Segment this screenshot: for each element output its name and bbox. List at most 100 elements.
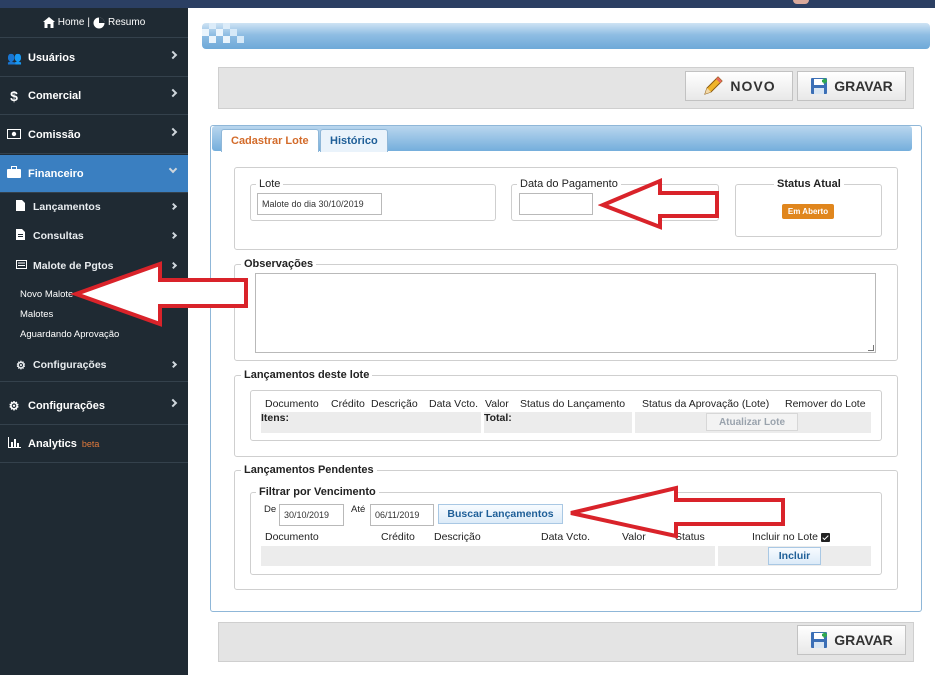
pendentes-data-cell xyxy=(261,546,715,566)
sidebar-link-malotes[interactable]: Malotes xyxy=(20,309,53,320)
sidebar-item-label: Comissão xyxy=(28,128,81,141)
sidebar-item-comissao[interactable]: Comissão xyxy=(0,116,188,154)
sidebar-home-row: Home | Resumo xyxy=(0,8,188,38)
de-date-input[interactable]: 30/10/2019 xyxy=(279,504,344,526)
sidebar-item-comercial[interactable]: $ Comercial xyxy=(0,77,188,115)
ate-date-input[interactable]: 06/11/2019 xyxy=(370,504,434,526)
avatar[interactable] xyxy=(793,0,809,4)
sidebar: Home | Resumo 👥 Usuários $ Comercial Com… xyxy=(0,8,188,675)
sidebar-subitem-configuracoes[interactable]: ⚙ Configurações xyxy=(0,351,188,379)
chevron-right-icon xyxy=(169,360,178,369)
home-link[interactable]: Home xyxy=(58,17,85,28)
col-documento: Documento xyxy=(265,531,319,543)
sidebar-item-label: Comercial xyxy=(28,89,82,102)
chevron-right-icon xyxy=(168,127,178,137)
col-descricao: Descrição xyxy=(434,531,481,543)
observacoes-legend: Observações xyxy=(241,258,317,270)
users-icon: 👥 xyxy=(7,50,22,65)
sidebar-item-label: Analytics xyxy=(28,437,77,450)
resumo-link[interactable]: Resumo xyxy=(108,17,145,28)
sidebar-item-label: Financeiro xyxy=(28,167,84,180)
tab-historico[interactable]: Histórico xyxy=(320,129,388,152)
sidebar-link-novo-malote[interactable]: Novo Malote xyxy=(20,289,73,300)
chevron-right-icon xyxy=(168,50,178,60)
lancamentos-lote-legend: Lançamentos deste lote xyxy=(241,369,373,381)
col-documento: Documento xyxy=(265,398,319,410)
pencil-icon xyxy=(704,76,724,95)
gravar-label: GRAVAR xyxy=(834,632,893,648)
dollar-icon: $ xyxy=(10,87,18,104)
sidebar-subitem-label: Consultas xyxy=(33,230,84,242)
de-label: De xyxy=(264,504,277,515)
tab-cadastrar-lote[interactable]: Cadastrar Lote xyxy=(221,129,319,152)
sidebar-link-aguardando-aprovacao[interactable]: Aguardando Aprovação xyxy=(20,329,119,340)
sidebar-item-analytics[interactable]: Analytics beta xyxy=(0,425,188,463)
select-all-checkbox[interactable] xyxy=(820,532,830,542)
list-icon xyxy=(16,260,28,272)
sidebar-item-configuracoes[interactable]: ⚙ Configurações xyxy=(0,387,188,425)
resize-handle[interactable] xyxy=(868,345,874,351)
save-icon xyxy=(811,78,828,94)
itens-cell xyxy=(261,412,481,433)
beta-badge: beta xyxy=(81,438,100,449)
novo-button[interactable]: NOVO xyxy=(685,71,793,101)
col-status-aprovacao: Status da Aprovação (Lote) xyxy=(642,398,770,410)
chevron-right-icon xyxy=(169,231,178,240)
briefcase-icon xyxy=(7,166,21,181)
file-icon xyxy=(16,200,28,214)
chevron-down-icon xyxy=(168,164,178,174)
ate-label: Até xyxy=(351,504,366,515)
col-credito: Crédito xyxy=(381,531,415,543)
sidebar-subitem-label: Configurações xyxy=(33,359,107,371)
pendentes-legend: Lançamentos Pendentes xyxy=(241,464,377,476)
sidebar-item-label: Usuários xyxy=(28,51,76,64)
chevron-right-icon xyxy=(169,202,178,211)
sidebar-item-financeiro[interactable]: Financeiro xyxy=(0,155,188,193)
top-header-bar xyxy=(0,0,935,8)
col-status-lancamento: Status do Lançamento xyxy=(520,398,626,410)
separator: | xyxy=(87,17,91,28)
atualizar-lote-button[interactable]: Atualizar Lote xyxy=(706,413,798,431)
file-text-icon xyxy=(16,229,28,243)
chevron-right-icon xyxy=(168,88,178,98)
lote-legend: Lote xyxy=(256,178,284,190)
annotation-arrow-data-pagamento xyxy=(598,178,719,230)
gears-icon: ⚙ xyxy=(8,398,20,413)
sidebar-subitem-label: Lançamentos xyxy=(33,201,101,213)
sidebar-subitem-consultas[interactable]: Consultas xyxy=(0,222,188,250)
banner-pattern xyxy=(202,23,244,43)
col-remover: Remover do Lote xyxy=(785,398,866,410)
gravar-label: GRAVAR xyxy=(834,78,893,94)
status-legend: Status Atual xyxy=(774,178,844,190)
novo-label: NOVO xyxy=(730,78,776,94)
col-valor: Valor xyxy=(485,398,509,410)
gravar-bottom-button[interactable]: GRAVAR xyxy=(797,625,906,655)
page-banner xyxy=(202,23,930,49)
money-icon xyxy=(7,128,21,142)
annotation-arrow-buscar xyxy=(570,485,785,539)
sidebar-item-usuarios[interactable]: 👥 Usuários xyxy=(0,39,188,77)
filtro-legend: Filtrar por Vencimento xyxy=(256,486,379,498)
pie-chart-icon[interactable] xyxy=(93,17,105,29)
save-icon xyxy=(811,632,828,648)
sidebar-subitem-lancamentos[interactable]: Lançamentos xyxy=(0,193,188,221)
incluir-button[interactable]: Incluir xyxy=(768,547,821,565)
observacoes-textarea[interactable] xyxy=(255,273,876,353)
col-credito: Crédito xyxy=(331,398,365,410)
divider xyxy=(0,381,188,382)
total-label: Total: xyxy=(484,412,512,424)
col-data-vcto: Data Vcto. xyxy=(429,398,479,410)
gravar-button[interactable]: GRAVAR xyxy=(797,71,906,101)
chevron-right-icon xyxy=(168,398,178,408)
buscar-lancamentos-button[interactable]: Buscar Lançamentos xyxy=(438,504,563,524)
itens-label: Itens: xyxy=(261,412,290,424)
sidebar-item-label: Configurações xyxy=(28,399,106,412)
status-badge: Em Aberto xyxy=(782,204,834,219)
annotation-arrow-novo-malote xyxy=(70,261,248,327)
home-icon[interactable] xyxy=(42,17,55,28)
col-descricao: Descrição xyxy=(371,398,418,410)
lote-name-input[interactable]: Malote do dia 30/10/2019 xyxy=(257,193,382,215)
gear-icon: ⚙ xyxy=(16,359,26,372)
data-pagamento-input[interactable] xyxy=(519,193,593,215)
bar-chart-icon xyxy=(7,436,21,451)
